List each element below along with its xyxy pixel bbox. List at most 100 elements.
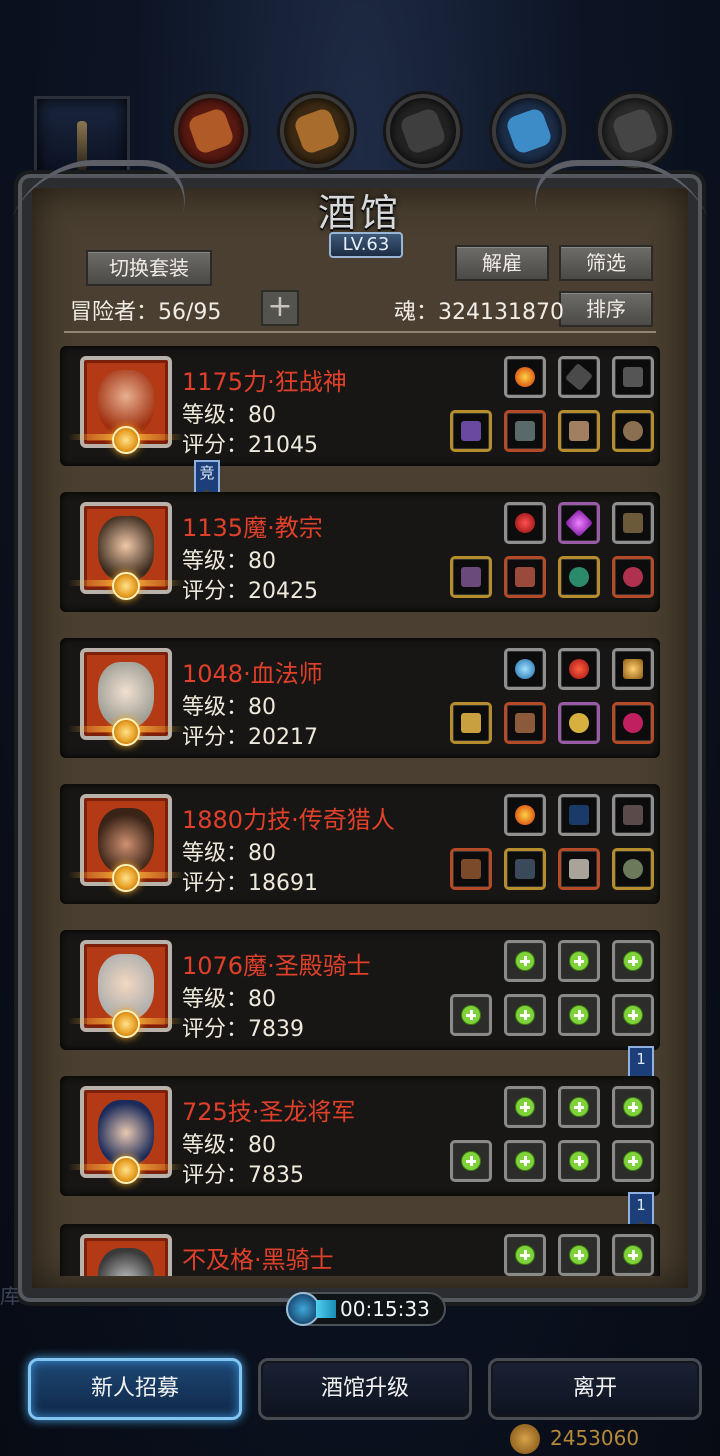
hero-name: 725技·圣龙将军 — [182, 1098, 356, 1126]
plus-icon — [515, 1005, 535, 1025]
equip-slot[interactable] — [504, 556, 546, 598]
empty-slot-add[interactable] — [504, 940, 546, 982]
upgrade-tavern-button[interactable]: 酒馆升级 — [258, 1358, 472, 1420]
hero-list[interactable]: 1175力·狂战神 等级：80 评分：21045 竞 1135魔·教宗 等级：8… — [60, 346, 660, 1276]
tab-crystal[interactable] — [492, 94, 566, 168]
equip-slot[interactable] — [450, 702, 492, 744]
empty-slot-add[interactable] — [612, 994, 654, 1036]
hero-name: 1076魔·圣殿骑士 — [182, 952, 371, 980]
hero-card[interactable]: 1076魔·圣殿骑士 等级：80 评分：7839 — [60, 930, 660, 1050]
tab-stone[interactable] — [598, 94, 672, 168]
plus-icon — [515, 1245, 535, 1265]
hero-card[interactable]: 1048·血法师 等级：80 评分：20217 — [60, 638, 660, 758]
medal-icon — [112, 864, 140, 892]
equip-slot[interactable] — [558, 356, 600, 398]
equip-slot[interactable] — [558, 702, 600, 744]
equip-slot[interactable] — [504, 356, 546, 398]
empty-slot-add[interactable] — [612, 940, 654, 982]
empty-slot-add[interactable] — [504, 1234, 546, 1276]
switch-set-button[interactable]: 切换套装 — [86, 250, 212, 286]
equip-slot[interactable] — [558, 648, 600, 690]
equip-slot[interactable] — [612, 848, 654, 890]
equip-slot[interactable] — [612, 702, 654, 744]
equip-slot[interactable] — [558, 794, 600, 836]
hero-card[interactable]: 不及格·黑骑士 — [60, 1224, 660, 1276]
plus-icon — [461, 1005, 481, 1025]
plus-icon — [515, 951, 535, 971]
hero-card[interactable]: 725技·圣龙将军 等级：80 评分：7835 — [60, 1076, 660, 1196]
hero-card[interactable]: 1175力·狂战神 等级：80 评分：21045 — [60, 346, 660, 466]
plus-icon — [515, 1097, 535, 1117]
empty-slot-add[interactable] — [450, 1140, 492, 1182]
divider — [64, 331, 656, 333]
hero-card[interactable]: 1135魔·教宗 等级：80 评分：20425 — [60, 492, 660, 612]
gold-coin-icon — [510, 1424, 540, 1454]
hero-name: 1048·血法师 — [182, 660, 323, 688]
hero-name: 不及格·黑骑士 — [182, 1246, 334, 1274]
equip-slot[interactable] — [504, 410, 546, 452]
plus-icon — [569, 1245, 589, 1265]
equip-slot[interactable] — [504, 502, 546, 544]
hero-score: 评分：20425 — [182, 579, 318, 604]
empty-slot-add[interactable] — [504, 994, 546, 1036]
plus-icon — [569, 1151, 589, 1171]
filter-button[interactable]: 筛选 — [559, 245, 653, 281]
medal-icon — [112, 1010, 140, 1038]
leave-button[interactable]: 离开 — [488, 1358, 702, 1420]
equip-slot[interactable] — [504, 702, 546, 744]
soul-amount: 魂：324131870 — [394, 300, 564, 325]
equip-slot[interactable] — [612, 556, 654, 598]
equip-slot[interactable] — [558, 502, 600, 544]
empty-slot-add[interactable] — [504, 1140, 546, 1182]
empty-slot-add[interactable] — [558, 1234, 600, 1276]
add-adventurer-slot-button[interactable]: + — [261, 290, 299, 326]
equip-slot[interactable] — [612, 648, 654, 690]
equip-slot[interactable] — [450, 848, 492, 890]
hero-name: 1880力技·传奇猎人 — [182, 806, 395, 834]
empty-slot-add[interactable] — [612, 1234, 654, 1276]
equip-slot[interactable] — [450, 410, 492, 452]
equip-slot[interactable] — [504, 794, 546, 836]
hero-score: 评分：20217 — [182, 725, 318, 750]
hero-name: 1175力·狂战神 — [182, 368, 347, 396]
adventurer-count: 冒险者：56/95 — [70, 300, 222, 325]
empty-slot-add[interactable] — [558, 994, 600, 1036]
hero-level: 等级：80 — [182, 549, 276, 574]
sort-button[interactable]: 排序 — [559, 291, 653, 327]
equip-slot[interactable] — [612, 794, 654, 836]
equip-slot[interactable] — [558, 556, 600, 598]
plus-icon — [623, 951, 643, 971]
empty-slot-add[interactable] — [558, 940, 600, 982]
empty-slot-add[interactable] — [612, 1086, 654, 1128]
equip-slot[interactable] — [558, 848, 600, 890]
hero-portrait — [80, 1234, 172, 1276]
dismiss-button[interactable]: 解雇 — [455, 245, 549, 281]
plus-icon — [623, 1245, 643, 1265]
hero-score: 评分：7839 — [182, 1017, 304, 1042]
equip-slot[interactable] — [612, 410, 654, 452]
tab-iron[interactable] — [386, 94, 460, 168]
plus-icon — [569, 1097, 589, 1117]
hero-card[interactable]: 1880力技·传奇猎人 等级：80 评分：18691 — [60, 784, 660, 904]
medal-icon — [112, 1156, 140, 1184]
empty-slot-add[interactable] — [558, 1140, 600, 1182]
equip-slot[interactable] — [504, 648, 546, 690]
tab-wood[interactable] — [280, 94, 354, 168]
tab-leather[interactable] — [174, 94, 248, 168]
equip-slot[interactable] — [450, 556, 492, 598]
hero-level: 等级：80 — [182, 1133, 276, 1158]
equip-slot[interactable] — [558, 410, 600, 452]
hero-level: 等级：80 — [182, 987, 276, 1012]
equip-slot[interactable] — [612, 502, 654, 544]
side-label: 库 — [0, 1284, 20, 1308]
empty-slot-add[interactable] — [450, 994, 492, 1036]
medal-icon — [112, 426, 140, 454]
equip-slot[interactable] — [504, 848, 546, 890]
empty-slot-add[interactable] — [504, 1086, 546, 1128]
empty-slot-add[interactable] — [558, 1086, 600, 1128]
empty-slot-add[interactable] — [612, 1140, 654, 1182]
hero-score: 评分：7835 — [182, 1163, 304, 1188]
page-title: 酒馆 — [317, 191, 402, 235]
equip-slot[interactable] — [612, 356, 654, 398]
recruit-button[interactable]: 新人招募 — [28, 1358, 242, 1420]
